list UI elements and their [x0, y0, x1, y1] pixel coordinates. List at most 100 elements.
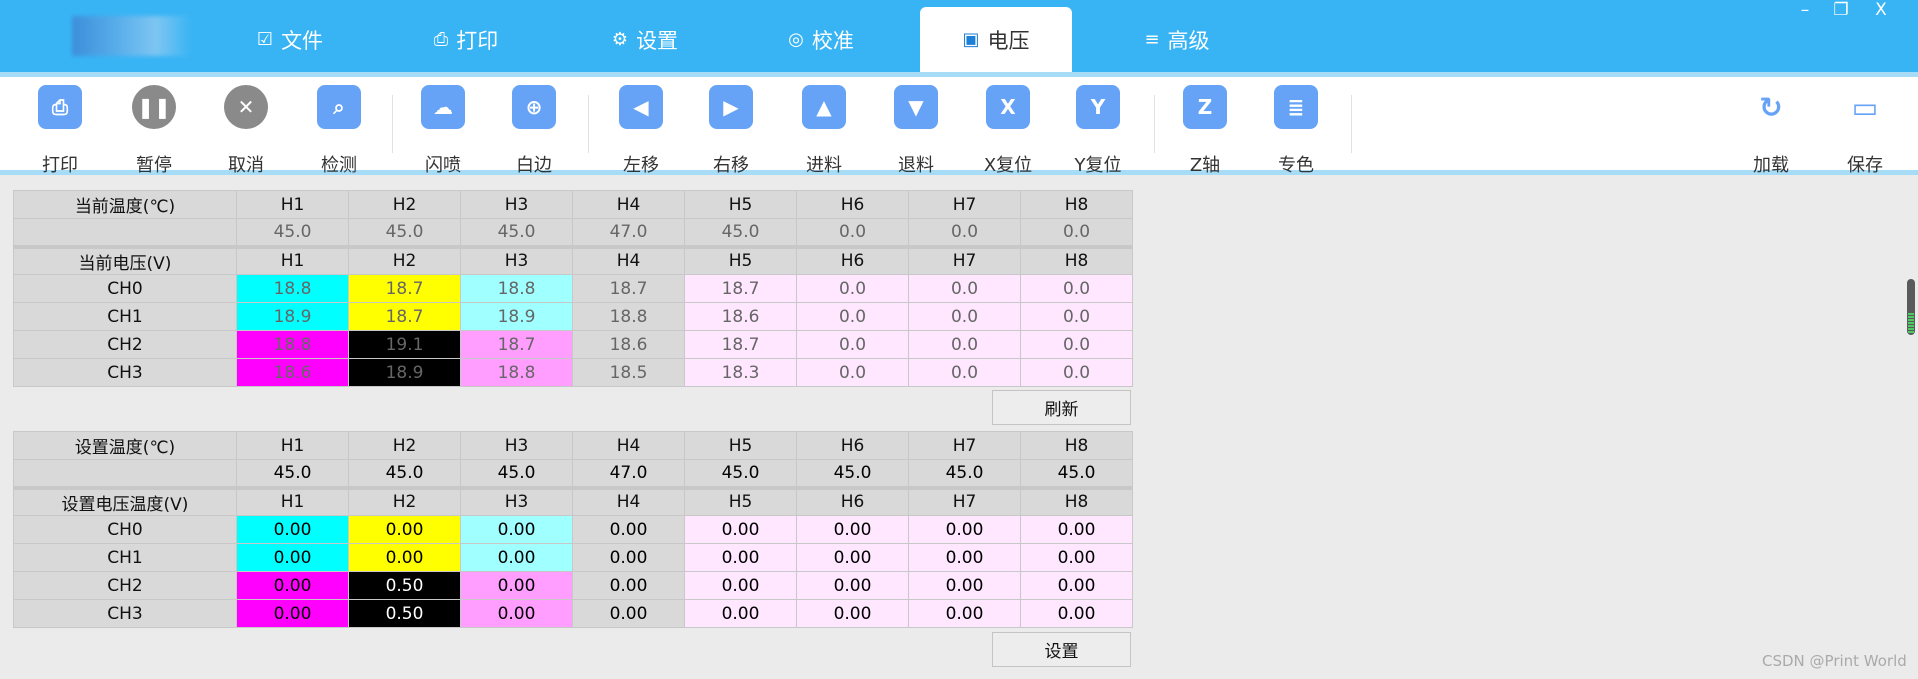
toolbar-button-0[interactable]: ⎙ 打印	[15, 85, 105, 177]
toolbar-button-1[interactable]: ❚❚ 暂停	[109, 85, 199, 177]
channel-label: CH2	[13, 571, 237, 600]
minimize-button[interactable]: –	[1790, 0, 1820, 20]
voltage-cell: 0.0	[1020, 274, 1133, 303]
voltage-cell[interactable]: 0.00	[1020, 515, 1133, 544]
toolbar-label: 保存	[1847, 155, 1883, 176]
voltage-cell[interactable]: 0.00	[236, 599, 349, 628]
voltage-cell[interactable]: 0.00	[460, 515, 573, 544]
toolbar-button-8[interactable]: ▲ 进料	[779, 85, 869, 177]
clipboard-check-icon: ☑	[256, 29, 274, 50]
voltage-cell[interactable]: 0.00	[796, 543, 909, 572]
voltage-cell[interactable]: 0.00	[572, 515, 685, 544]
voltage-cell[interactable]: 0.00	[908, 515, 1021, 544]
column-header: H2	[348, 190, 461, 219]
voltage-cell[interactable]: 0.00	[1020, 543, 1133, 572]
tab-4[interactable]: ▣ 电压	[920, 7, 1072, 72]
voltage-cell[interactable]: 0.50	[348, 599, 461, 628]
toolbar-button-3[interactable]: ⌕ 检测	[294, 85, 384, 177]
gear-icon: ⚙	[611, 29, 629, 50]
current-values-table: 当前温度(℃) H1 H2 H3 H4 H5 H6 H7 H8 45.0 45.0 45.0 47.0 4…	[13, 190, 1133, 387]
voltage-cell[interactable]: 0.00	[572, 599, 685, 628]
temp-cell[interactable]: 45.0	[1020, 459, 1133, 488]
voltage-cell[interactable]: 0.00	[1020, 571, 1133, 600]
toolbar-button-13[interactable]: ≣ 专色	[1251, 85, 1341, 177]
inspect-icon: ⌕	[317, 85, 361, 129]
voltage-cell[interactable]: 0.00	[908, 571, 1021, 600]
toolbar-button-4[interactable]: ☁ 闪喷	[398, 85, 488, 177]
table-row: CH1 18.9 18.7 18.9 18.8 18.6 0.0 0.0 0.0	[13, 302, 1133, 331]
temp-cell: 0.0	[908, 218, 1021, 247]
temp-cell[interactable]: 45.0	[796, 459, 909, 488]
printer-icon: ⎙	[38, 85, 82, 129]
restore-button[interactable]: ❐	[1826, 0, 1856, 20]
voltage-cell[interactable]: 0.00	[460, 543, 573, 572]
toolbar-button-10[interactable]: X X复位	[963, 85, 1053, 177]
divider	[1154, 95, 1155, 153]
crosshair-icon: ◎	[788, 29, 804, 50]
toolbar-button-9[interactable]: ▼ 退料	[871, 85, 961, 177]
temp-cell[interactable]: 45.0	[908, 459, 1021, 488]
target-icon: ⊕	[512, 85, 556, 129]
voltage-cell[interactable]: 0.00	[236, 515, 349, 544]
level-indicator	[1907, 279, 1915, 335]
voltage-cell[interactable]: 0.00	[684, 599, 797, 628]
channel-label: CH3	[13, 599, 237, 628]
voltage-cell[interactable]: 0.00	[684, 571, 797, 600]
voltage-cell[interactable]: 0.00	[236, 571, 349, 600]
voltage-cell[interactable]: 0.00	[796, 571, 909, 600]
tab-2[interactable]: ⚙ 设置	[569, 7, 721, 72]
voltage-cell[interactable]: 0.00	[460, 571, 573, 600]
feed-out-icon: ▼	[894, 85, 938, 129]
toolbar-button-14[interactable]: ↻ 加载	[1726, 85, 1816, 177]
column-header: H2	[348, 431, 461, 460]
temp-cell[interactable]: 45.0	[348, 459, 461, 488]
voltage-cell[interactable]: 0.00	[348, 543, 461, 572]
tab-1[interactable]: ⎙ 打印	[390, 7, 542, 72]
voltage-cell[interactable]: 0.00	[236, 543, 349, 572]
column-header: H6	[796, 244, 909, 275]
voltage-cell[interactable]: 0.00	[572, 571, 685, 600]
close-button[interactable]: X	[1866, 0, 1896, 20]
toolbar-button-12[interactable]: Z Z轴	[1160, 85, 1250, 177]
voltage-cell[interactable]: 0.00	[908, 599, 1021, 628]
voltage-cell[interactable]: 0.00	[796, 599, 909, 628]
toolbar-button-5[interactable]: ⊕ 白边	[489, 85, 579, 177]
voltage-cell[interactable]: 0.00	[1020, 599, 1133, 628]
tab-5[interactable]: ≡ 高级	[1101, 7, 1253, 72]
voltage-cell[interactable]: 0.00	[684, 543, 797, 572]
toolbar-button-6[interactable]: ◀ 左移	[596, 85, 686, 177]
set-button[interactable]: 设置	[992, 632, 1131, 667]
temp-cell[interactable]: 47.0	[572, 459, 685, 488]
toolbar-button-2[interactable]: ✕ 取消	[201, 85, 291, 177]
refresh-button[interactable]: 刷新	[992, 390, 1131, 425]
voltage-cell[interactable]: 0.00	[348, 515, 461, 544]
toolbar-label: 检测	[321, 155, 357, 176]
toolbar-button-15[interactable]: ▭ 保存	[1820, 85, 1910, 177]
table-row: CH2 18.8 19.1 18.7 18.6 18.7 0.0 0.0 0.0	[13, 330, 1133, 359]
toolbar-button-11[interactable]: Y Y复位	[1053, 85, 1143, 177]
tab-0[interactable]: ☑ 文件	[214, 7, 366, 72]
tab-label: 校准	[811, 28, 854, 53]
voltage-cell[interactable]: 0.00	[572, 543, 685, 572]
voltage-cell[interactable]: 0.00	[908, 543, 1021, 572]
temp-cell[interactable]: 45.0	[236, 459, 349, 488]
voltage-label: 设置电压温度(V)	[13, 485, 237, 516]
column-header: H5	[684, 485, 797, 516]
table-row: CH1 0.00 0.00 0.00 0.00 0.00 0.00 0.00 0.00	[13, 543, 1133, 572]
column-header: H2	[348, 244, 461, 275]
voltage-cell: 18.7	[348, 274, 461, 303]
voltage-cell[interactable]: 0.00	[460, 599, 573, 628]
toolbar-button-7[interactable]: ▶ 右移	[686, 85, 776, 177]
voltage-cell[interactable]: 0.00	[796, 515, 909, 544]
voltage-cell: 0.0	[1020, 330, 1133, 359]
voltage-cell[interactable]: 0.00	[684, 515, 797, 544]
temp-label: 设置温度(℃)	[13, 431, 237, 460]
channel-label: CH3	[13, 358, 237, 387]
column-header: H3	[460, 190, 573, 219]
temp-cell[interactable]: 45.0	[460, 459, 573, 488]
column-header: H8	[1020, 244, 1133, 275]
column-header: H3	[460, 485, 573, 516]
temp-cell[interactable]: 45.0	[684, 459, 797, 488]
voltage-cell[interactable]: 0.50	[348, 571, 461, 600]
tab-3[interactable]: ◎ 校准	[745, 7, 897, 72]
